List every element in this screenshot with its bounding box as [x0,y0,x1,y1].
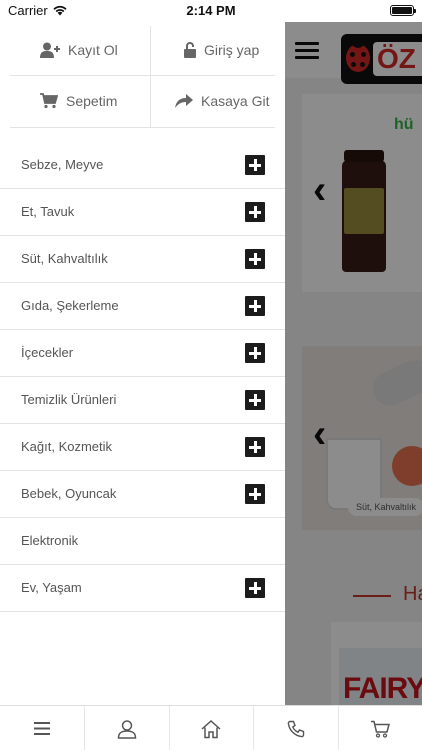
bottom-tab-bar [0,705,422,750]
category-item[interactable]: Kağıt, Kozmetik [0,424,285,471]
quick-actions: Kayıt Ol Giriş yap Sepetim Kasaya Git [0,22,285,128]
register-button[interactable]: Kayıt Ol [40,25,118,75]
tab-home[interactable] [168,706,253,750]
home-icon [201,719,221,738]
tab-menu[interactable] [0,706,84,750]
category-item[interactable]: Ev, Yaşam [0,565,285,612]
category-label: Ev, Yaşam [21,580,82,595]
category-label: Süt, Kahvaltılık [21,251,108,266]
category-label: Kağıt, Kozmetik [21,439,113,454]
menu-icon [34,722,51,735]
cart-label: Sepetim [66,93,118,109]
expand-plus-icon[interactable] [245,390,265,410]
category-item[interactable]: Et, Tavuk [0,189,285,236]
expand-plus-icon[interactable] [245,155,265,175]
category-label: Gıda, Şekerleme [21,298,119,313]
category-label: Temizlik Ürünleri [21,392,117,407]
tab-account[interactable] [84,706,168,750]
category-label: Bebek, Oyuncak [21,486,117,501]
status-bar: Carrier 2:14 PM [0,0,422,22]
expand-plus-icon[interactable] [245,578,265,598]
side-drawer: Kayıt Ol Giriş yap Sepetim Kasaya Git Se… [0,22,285,705]
tab-cart[interactable] [337,706,422,750]
checkout-label: Kasaya Git [201,93,270,109]
expand-plus-icon[interactable] [245,202,265,222]
battery-icon [390,5,416,16]
share-arrow-icon [175,94,193,108]
expand-plus-icon[interactable] [245,343,265,363]
clock: 2:14 PM [186,3,236,18]
category-item[interactable]: Elektronik [0,518,285,565]
register-label: Kayıt Ol [68,42,118,58]
user-icon [117,719,137,739]
user-plus-icon [40,42,60,58]
category-item[interactable]: İçecekler [0,330,285,377]
unlock-icon [184,42,196,58]
cart-button[interactable]: Sepetim [40,76,117,126]
category-label: Sebze, Meyve [21,157,104,172]
tab-phone[interactable] [253,706,337,750]
login-button[interactable]: Giriş yap [184,25,259,75]
category-item[interactable]: Temizlik Ürünleri [0,377,285,424]
category-label: Elektronik [21,533,79,548]
expand-plus-icon[interactable] [245,484,265,504]
category-label: Et, Tavuk [21,204,75,219]
category-list: Sebze, Meyve Et, Tavuk Süt, Kahvaltılık … [0,142,285,612]
expand-plus-icon[interactable] [245,437,265,457]
category-item[interactable]: Bebek, Oyuncak [0,471,285,518]
category-item[interactable]: Gıda, Şekerleme [0,283,285,330]
dim-overlay[interactable] [285,22,422,705]
cart-icon [371,720,391,738]
category-label: İçecekler [21,345,74,360]
phone-icon [287,720,305,737]
category-item[interactable]: Süt, Kahvaltılık [0,236,285,283]
expand-plus-icon[interactable] [245,296,265,316]
cart-icon [40,93,58,109]
login-label: Giriş yap [204,42,260,58]
background-app: ÖZ hü ‹ Süt, Kahvaltılık ‹ Ha FAIRY [285,22,422,705]
checkout-button[interactable]: Kasaya Git [175,76,269,126]
expand-plus-icon[interactable] [245,249,265,269]
category-item[interactable]: Sebze, Meyve [0,142,285,189]
